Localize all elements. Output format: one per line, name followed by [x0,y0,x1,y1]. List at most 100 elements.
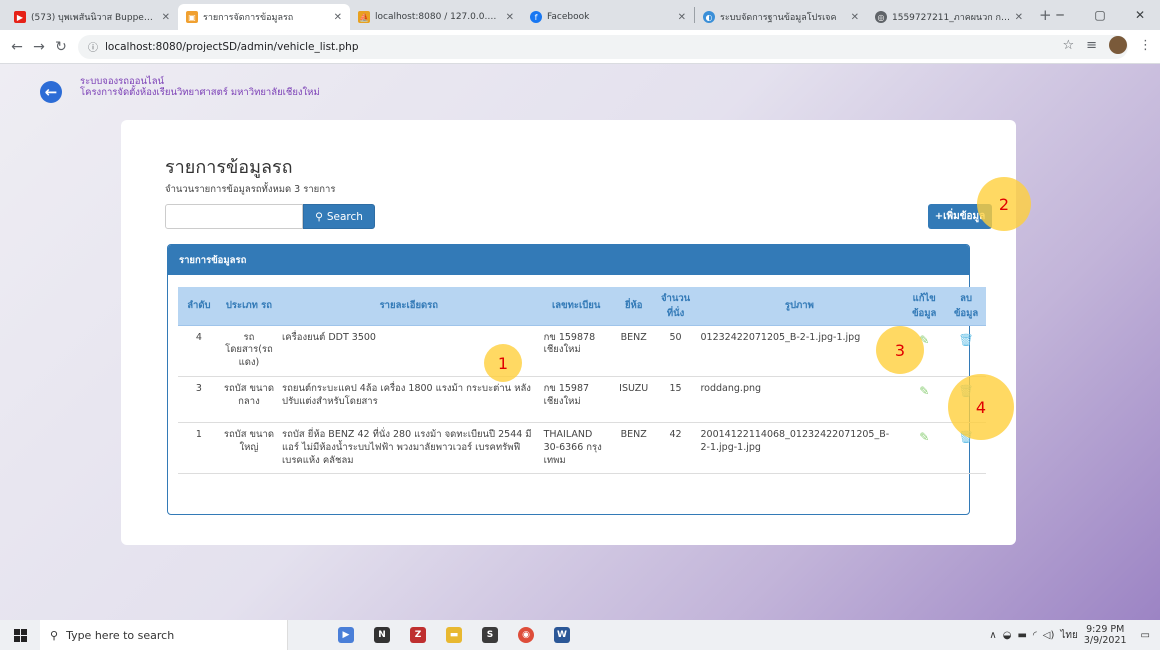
trash-icon[interactable]: 🗑 [958,333,973,347]
tab-title: (573) บุพเพสันนิวาส BuppeSan [31,13,158,23]
annotation-marker: 3 [876,326,924,374]
cell-image: roddang.png [696,375,903,423]
taskbar-app-filezilla[interactable]: Z [400,620,436,650]
sublime-icon: S [482,627,498,643]
cell-brand: BENZ [612,421,655,474]
taskbar-app-media[interactable]: ▶ [328,620,364,650]
close-window-icon[interactable]: ✕ [1120,0,1160,30]
clock-date: 3/9/2021 [1083,635,1127,646]
close-icon[interactable]: ✕ [506,12,514,23]
address-bar[interactable]: ⓘ localhost:8080/projectSD/admin/vehicle… [78,34,1128,59]
taskbar-app-explorer[interactable]: ▬ [436,620,472,650]
cell-image: 20014122114068_01232422071205_B-2-1.jpg-… [696,421,903,474]
cell-brand: BENZ [612,324,655,377]
window-controls: ─ ▢ ✕ [1040,0,1160,30]
cell-type: รถบัส ขนาดกลาง [219,375,279,423]
battery-icon[interactable]: ▬ [1017,630,1026,641]
info-icon[interactable]: ⓘ [88,39,98,54]
col-header-type: ประเภท รถ [219,287,279,326]
globe-icon: ◎ [875,11,887,23]
maximize-icon[interactable]: ▢ [1080,0,1120,30]
taskbar: ⚲ Type here to search ▶ N Z ▬ S ◉ W ∧ ◒ … [0,620,1160,650]
filezilla-icon: Z [410,627,426,643]
table-row: 1 รถบัส ขนาดใหญ่ รถบัส ยี่ห้อ BENZ 42 ที… [178,421,986,474]
close-icon[interactable]: ✕ [334,12,342,23]
avatar[interactable] [1109,36,1127,54]
facebook-icon: f [530,11,542,23]
taskbar-app-notes[interactable]: N [364,620,400,650]
tab-title: รายการจัดการข้อมูลรถ [203,13,294,23]
menu-icon[interactable]: ⋮ [1139,38,1152,53]
wifi-icon[interactable]: ◜ [1033,630,1037,641]
col-header-detail: รายละเอียดรถ [278,287,540,326]
word-icon: W [554,627,570,643]
network-icon[interactable]: ◒ [1003,630,1012,641]
folder-icon: ▬ [446,627,462,643]
vehicle-table: ลำดับ ประเภท รถ รายละเอียดรถ เลขทะเบียน … [178,287,986,474]
browser-tab[interactable]: ◐ ระบบจัดการฐานข้อมูลโปรเจค ✕ [695,4,867,30]
forward-arrow-icon[interactable]: → [28,39,50,55]
cell-seats: 50 [654,324,697,377]
star-icon[interactable]: ☆ [1062,38,1074,53]
annotation-marker: 2 [977,177,1031,231]
close-icon[interactable]: ✕ [851,12,859,23]
cell-seats: 42 [654,421,697,474]
search-button[interactable]: ⚲ Search [303,204,375,229]
notification-icon[interactable]: ▭ [1141,630,1150,641]
browser-tab[interactable]: ⛵ localhost:8080 / 127.0.0.1 / b ✕ [350,4,522,30]
back-arrow-icon[interactable]: ← [6,39,28,55]
close-icon[interactable]: ✕ [162,12,170,23]
notes-icon: N [374,627,390,643]
media-icon: ▶ [338,627,354,643]
close-icon[interactable]: ✕ [1015,12,1023,23]
reading-list-icon[interactable]: ≡ [1086,38,1097,53]
start-button[interactable] [0,628,40,642]
taskbar-search-placeholder: Type here to search [66,628,175,642]
table-row: 3 รถบัส ขนาดกลาง รถยนต์กระบะแคป 4ล้อ เคร… [178,375,986,423]
cell-no: 4 [178,324,220,377]
search-icon: ⚲ [315,210,323,223]
arrow-left-icon: ← [44,83,58,101]
taskbar-app-sublime[interactable]: S [472,620,508,650]
cell-plate: กข 159878 เชียงใหม่ [539,324,613,377]
annotation-marker: 4 [948,374,1014,440]
col-header-no: ลำดับ [178,287,220,326]
volume-icon[interactable]: ◁) [1043,630,1055,641]
table-row: 4 รถ โดยสาร(รถ แดง) เครื่องยนต์ DDT 3500… [178,324,986,377]
browser-tab[interactable]: ◎ 1559727211_ภาคผนวก ก คู่มือ ✕ [867,4,1031,30]
language-indicator[interactable]: ไทย [1060,628,1077,643]
cell-no: 3 [178,375,220,423]
delete-cell: 🗑 [946,324,986,377]
windows-icon [13,628,27,642]
browser-tab[interactable]: f Facebook ✕ [522,4,694,30]
col-header-delete: ลบ ข้อมูล [946,287,986,326]
url-text: localhost:8080/projectSD/admin/vehicle_l… [105,40,359,53]
taskbar-app-chrome[interactable]: ◉ [508,620,544,650]
col-header-seats: จำนวน ที่นั่ง [654,287,697,326]
table-header-row: ลำดับ ประเภท รถ รายละเอียดรถ เลขทะเบียน … [178,287,986,326]
col-header-plate: เลขทะเบียน [539,287,613,326]
panel-title: รายการข้อมูลรถ [168,245,969,275]
back-button[interactable]: ← [40,81,62,103]
browser-tab[interactable]: ▶ (573) บุพเพสันนิวาส BuppeSan ✕ [6,4,178,30]
minimize-icon[interactable]: ─ [1040,0,1080,30]
chevron-up-icon[interactable]: ∧ [989,630,996,641]
cell-image: 01232422071205_B-2-1.jpg-1.jpg [696,324,903,377]
cell-brand: ISUZU [612,375,655,423]
close-icon[interactable]: ✕ [678,12,686,23]
cell-plate: THAILAND 30-6366 กรุงเทพม [539,421,613,474]
edit-icon[interactable]: ✎ [919,430,929,444]
edit-icon[interactable]: ✎ [919,384,929,398]
taskbar-search[interactable]: ⚲ Type here to search [40,620,288,650]
browser-tab-active[interactable]: ▣ รายการจัดการข้อมูลรถ ✕ [178,4,350,30]
taskbar-app-word[interactable]: W [544,620,580,650]
col-header-brand: ยี่ห้อ [612,287,655,326]
tab-title: localhost:8080 / 127.0.0.1 / b [375,12,502,22]
clock[interactable]: 9:29 PM 3/9/2021 [1084,624,1127,647]
search-icon: ⚲ [50,628,59,642]
browser-tab-strip: ▶ (573) บุพเพสันนิวาส BuppeSan ✕ ▣ รายกา… [0,0,1160,30]
page-icon: ◐ [703,11,715,23]
reload-icon[interactable]: ↻ [50,39,72,55]
search-input[interactable] [165,204,303,229]
page-content: ← ระบบจองรถออนไลน์ โครงการจัดตั้งห้องเรี… [0,64,1160,620]
